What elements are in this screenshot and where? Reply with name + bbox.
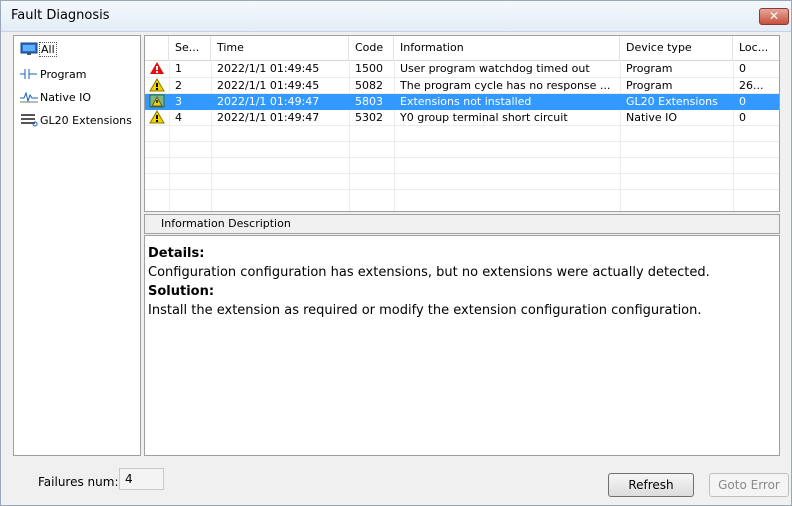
- description-panel: Details: Configuration configuration has…: [144, 235, 780, 456]
- row-divider: [145, 189, 779, 190]
- cell-information: User program watchdog timed out: [400, 62, 590, 75]
- cell-location: 26...: [739, 79, 764, 92]
- cell-location: 0: [739, 111, 746, 124]
- monitor-icon: [20, 42, 38, 56]
- title-bar: Fault Diagnosis ✕: [1, 1, 791, 32]
- cell-device-type: GL20 Extensions: [626, 95, 718, 108]
- cell-code: 5803: [355, 95, 383, 108]
- warning-triangle-icon: [145, 110, 169, 126]
- header-device-type[interactable]: Device type: [620, 36, 733, 60]
- cell-location: 0: [739, 95, 746, 108]
- cell-code: 1500: [355, 62, 383, 75]
- table-row-selected[interactable]: 3 2022/1/1 01:49:47 5803 Extensions not …: [145, 94, 779, 110]
- cell-seq: 1: [175, 62, 182, 75]
- tree-item-gl20-extensions[interactable]: GL20 Extensions: [20, 111, 132, 129]
- cell-time: 2022/1/1 01:49:45: [217, 79, 320, 92]
- table-row[interactable]: 2 2022/1/1 01:49:45 5082 The program cyc…: [145, 78, 779, 94]
- table-row[interactable]: 4 2022/1/1 01:49:47 5302 Y0 group termin…: [145, 110, 779, 126]
- cell-device-type: Program: [626, 62, 673, 75]
- header-location[interactable]: Loc...: [733, 36, 779, 60]
- tree-item-all[interactable]: All: [20, 40, 57, 58]
- extension-module-icon: [20, 113, 38, 127]
- header-seq[interactable]: Se...: [169, 36, 211, 60]
- header-code[interactable]: Code: [349, 36, 394, 60]
- cell-seq: 2: [175, 79, 182, 92]
- window-title: Fault Diagnosis: [11, 8, 110, 23]
- failures-label: Failures num:: [38, 475, 119, 489]
- details-label: Details:: [148, 246, 205, 261]
- tree-item-program[interactable]: Program: [20, 65, 86, 83]
- table-header: Se... Time Code Information Device type …: [145, 36, 779, 61]
- header-information[interactable]: Information: [394, 36, 620, 60]
- row-divider: [145, 157, 779, 158]
- refresh-button[interactable]: Refresh: [608, 473, 694, 497]
- cell-seq: 3: [175, 95, 182, 108]
- cell-time: 2022/1/1 01:49:47: [217, 111, 320, 124]
- table-row[interactable]: 1 2022/1/1 01:49:45 1500 User program wa…: [145, 61, 779, 77]
- description-header: Information Description: [144, 214, 780, 234]
- cell-code: 5082: [355, 79, 383, 92]
- header-icon-col: [145, 36, 169, 60]
- cell-seq: 4: [175, 111, 182, 124]
- ladder-contact-icon: [20, 67, 38, 81]
- category-tree: All Program Native IO GL20 Extensions: [13, 35, 141, 456]
- solution-text: Install the extension as required or mod…: [148, 303, 702, 318]
- cell-information: Y0 group terminal short circuit: [400, 111, 568, 124]
- cell-information: The program cycle has no response ...: [400, 79, 611, 92]
- cell-information: Extensions not installed: [400, 95, 532, 108]
- details-text: Configuration configuration has extensio…: [148, 265, 710, 280]
- tree-item-label: All: [39, 41, 57, 57]
- failures-count-field: 4: [119, 468, 164, 490]
- tree-item-label: Program: [40, 67, 87, 81]
- error-triangle-icon: [145, 61, 169, 77]
- cell-code: 5302: [355, 111, 383, 124]
- cell-time: 2022/1/1 01:49:47: [217, 95, 320, 108]
- cell-time: 2022/1/1 01:49:45: [217, 62, 320, 75]
- row-divider: [145, 173, 779, 174]
- info-warning-icon: [145, 94, 169, 110]
- cell-location: 0: [739, 62, 746, 75]
- row-divider: [145, 141, 779, 142]
- tree-item-native-io[interactable]: Native IO: [20, 88, 91, 106]
- signal-wave-icon: [20, 90, 38, 104]
- cell-device-type: Program: [626, 79, 673, 92]
- solution-label: Solution:: [148, 284, 215, 299]
- goto-error-button[interactable]: Goto Error: [709, 473, 789, 497]
- warning-triangle-icon: [145, 78, 169, 94]
- tree-item-label: Native IO: [40, 90, 92, 104]
- close-button[interactable]: ✕: [759, 8, 789, 25]
- header-time[interactable]: Time: [211, 36, 349, 60]
- tree-item-label: GL20 Extensions: [40, 113, 132, 127]
- fault-diagnosis-window: Fault Diagnosis ✕ All Program Native IO …: [0, 0, 792, 506]
- cell-device-type: Native IO: [626, 111, 678, 124]
- fault-table: Se... Time Code Information Device type …: [144, 35, 780, 212]
